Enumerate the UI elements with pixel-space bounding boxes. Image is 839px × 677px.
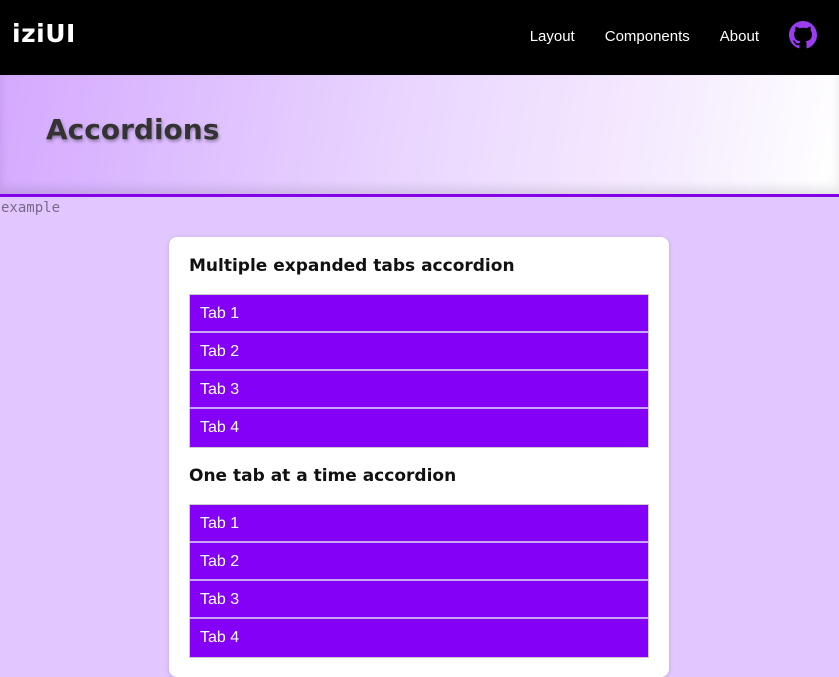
- page-title: Accordions: [46, 113, 220, 146]
- accordion-tab-1[interactable]: Tab 1: [190, 505, 648, 543]
- top-navbar: iziUI Layout Components About: [0, 0, 839, 75]
- section-title-single: One tab at a time accordion: [189, 466, 457, 486]
- brand-logo[interactable]: iziUI: [12, 19, 76, 48]
- hero-divider: [0, 194, 839, 197]
- accordion-tab-3[interactable]: Tab 3: [190, 371, 648, 409]
- section-title-multiple: Multiple expanded tabs accordion: [189, 256, 515, 276]
- nav-link-components[interactable]: Components: [605, 28, 690, 45]
- accordion-tab-2[interactable]: Tab 2: [190, 543, 648, 581]
- nav-link-layout[interactable]: Layout: [530, 28, 575, 45]
- accordion-single: Tab 1 Tab 2 Tab 3 Tab 4: [189, 504, 649, 658]
- github-icon[interactable]: [789, 21, 817, 49]
- main-nav: Layout Components About: [530, 26, 789, 46]
- accordion-tab-1[interactable]: Tab 1: [190, 295, 648, 333]
- accordion-tab-4[interactable]: Tab 4: [190, 619, 648, 657]
- accordion-tab-3[interactable]: Tab 3: [190, 581, 648, 619]
- accordion-tab-4[interactable]: Tab 4: [190, 409, 648, 447]
- accordion-multiple: Tab 1 Tab 2 Tab 3 Tab 4: [189, 294, 649, 448]
- example-label: example: [1, 200, 61, 216]
- accordion-tab-2[interactable]: Tab 2: [190, 333, 648, 371]
- nav-link-about[interactable]: About: [720, 28, 759, 45]
- page-hero: Accordions: [0, 75, 839, 194]
- example-card: Multiple expanded tabs accordion Tab 1 T…: [169, 237, 669, 677]
